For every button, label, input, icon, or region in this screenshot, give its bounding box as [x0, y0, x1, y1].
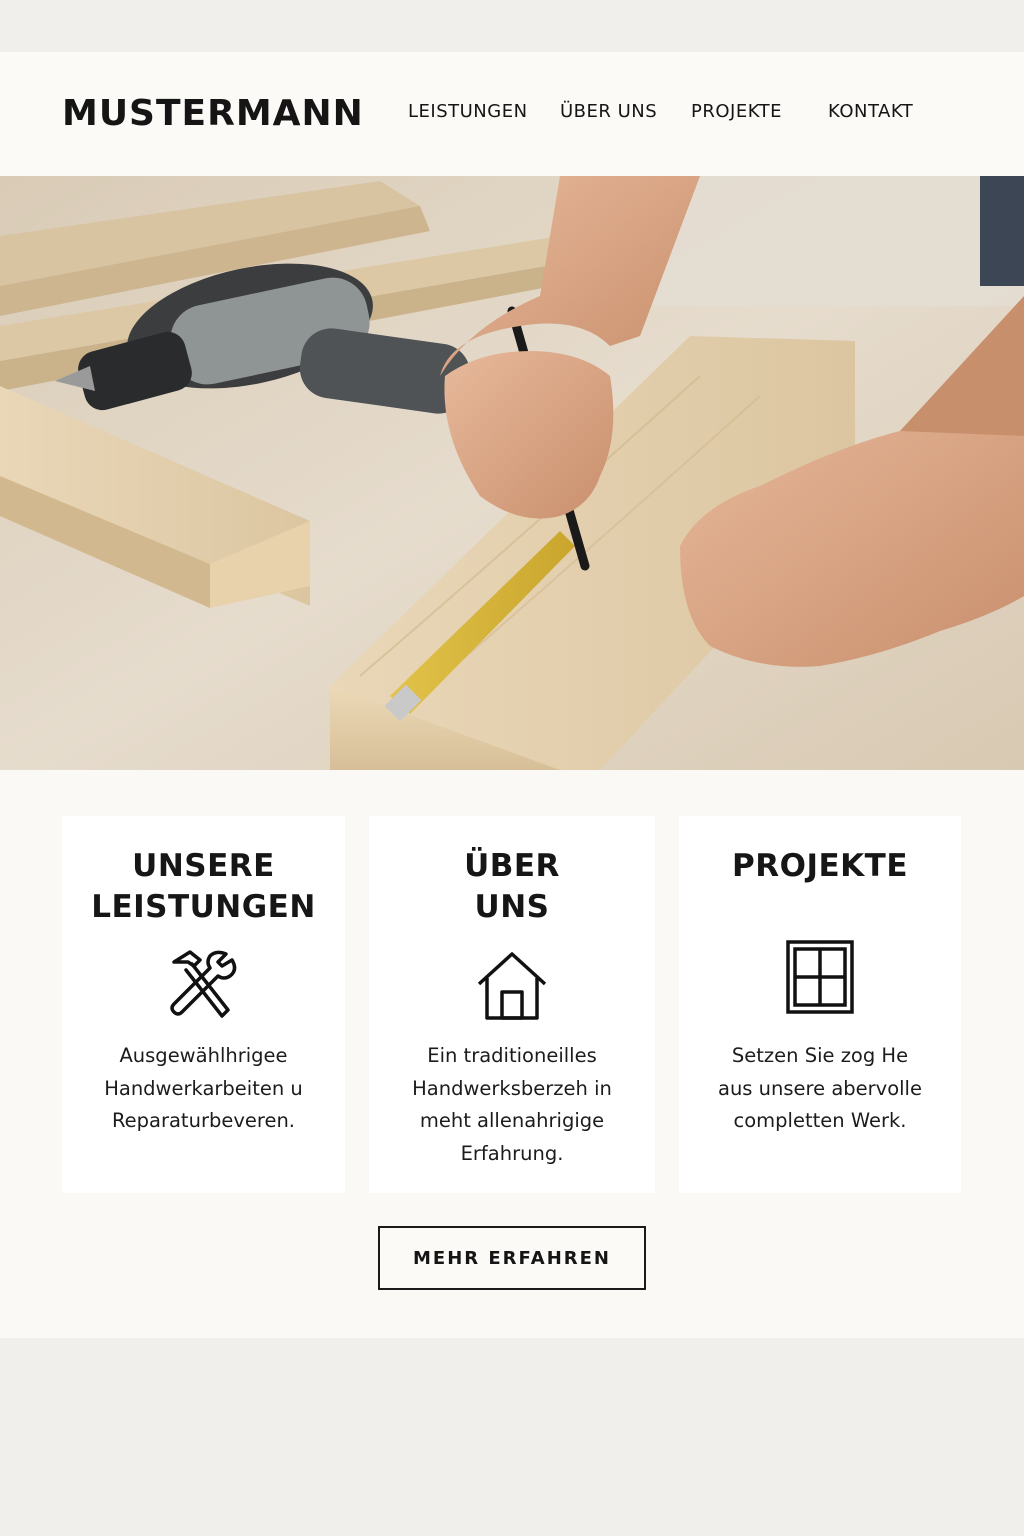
- card-text: Ein traditioneilles Handwerksberzeh in m…: [412, 1044, 612, 1165]
- card-ueber-uns[interactable]: ÜBER UNS Ein traditioneilles Handwerksbe…: [369, 816, 655, 1193]
- hero-image: [0, 176, 1024, 770]
- nav-item-projekte[interactable]: PROJEKTE: [691, 100, 782, 124]
- card-title: UNSERE LEISTUNGEN: [91, 848, 316, 925]
- nav-item-kontakt[interactable]: KONTAKT: [828, 100, 913, 124]
- card-projekte[interactable]: PROJEKTE Setzen Sie zog He aus unsere ab…: [679, 816, 961, 1193]
- card-leistungen[interactable]: UNSERE LEISTUNGEN Ausgewählhrigee Handwe…: [62, 816, 345, 1193]
- site-header: MUSTERMANN LEISTUNGEN ÜBER UNS PROJEKTE …: [0, 52, 1024, 176]
- card-title: PROJEKTE: [732, 848, 908, 884]
- hammer-wrench-icon: [168, 950, 240, 1026]
- hero-illustration: [0, 176, 1024, 770]
- nav-item-leistungen[interactable]: LEISTUNGEN: [408, 100, 528, 124]
- card-title: ÜBER UNS: [464, 848, 560, 925]
- mehr-erfahren-button[interactable]: MEHR ERFAHREN: [378, 1226, 646, 1290]
- nav-item-ueber-uns[interactable]: ÜBER UNS: [560, 100, 657, 124]
- house-icon: [475, 950, 549, 1026]
- window-icon: [786, 940, 854, 1018]
- page-panel: MUSTERMANN LEISTUNGEN ÜBER UNS PROJEKTE …: [0, 52, 1024, 1338]
- card-text: Ausgewählhrigee Handwerkarbeiten u Repar…: [104, 1044, 303, 1132]
- main-nav: LEISTUNGEN ÜBER UNS PROJEKTE KONTAKT: [0, 100, 1024, 124]
- card-text: Setzen Sie zog He aus unsere abervolle c…: [718, 1044, 922, 1132]
